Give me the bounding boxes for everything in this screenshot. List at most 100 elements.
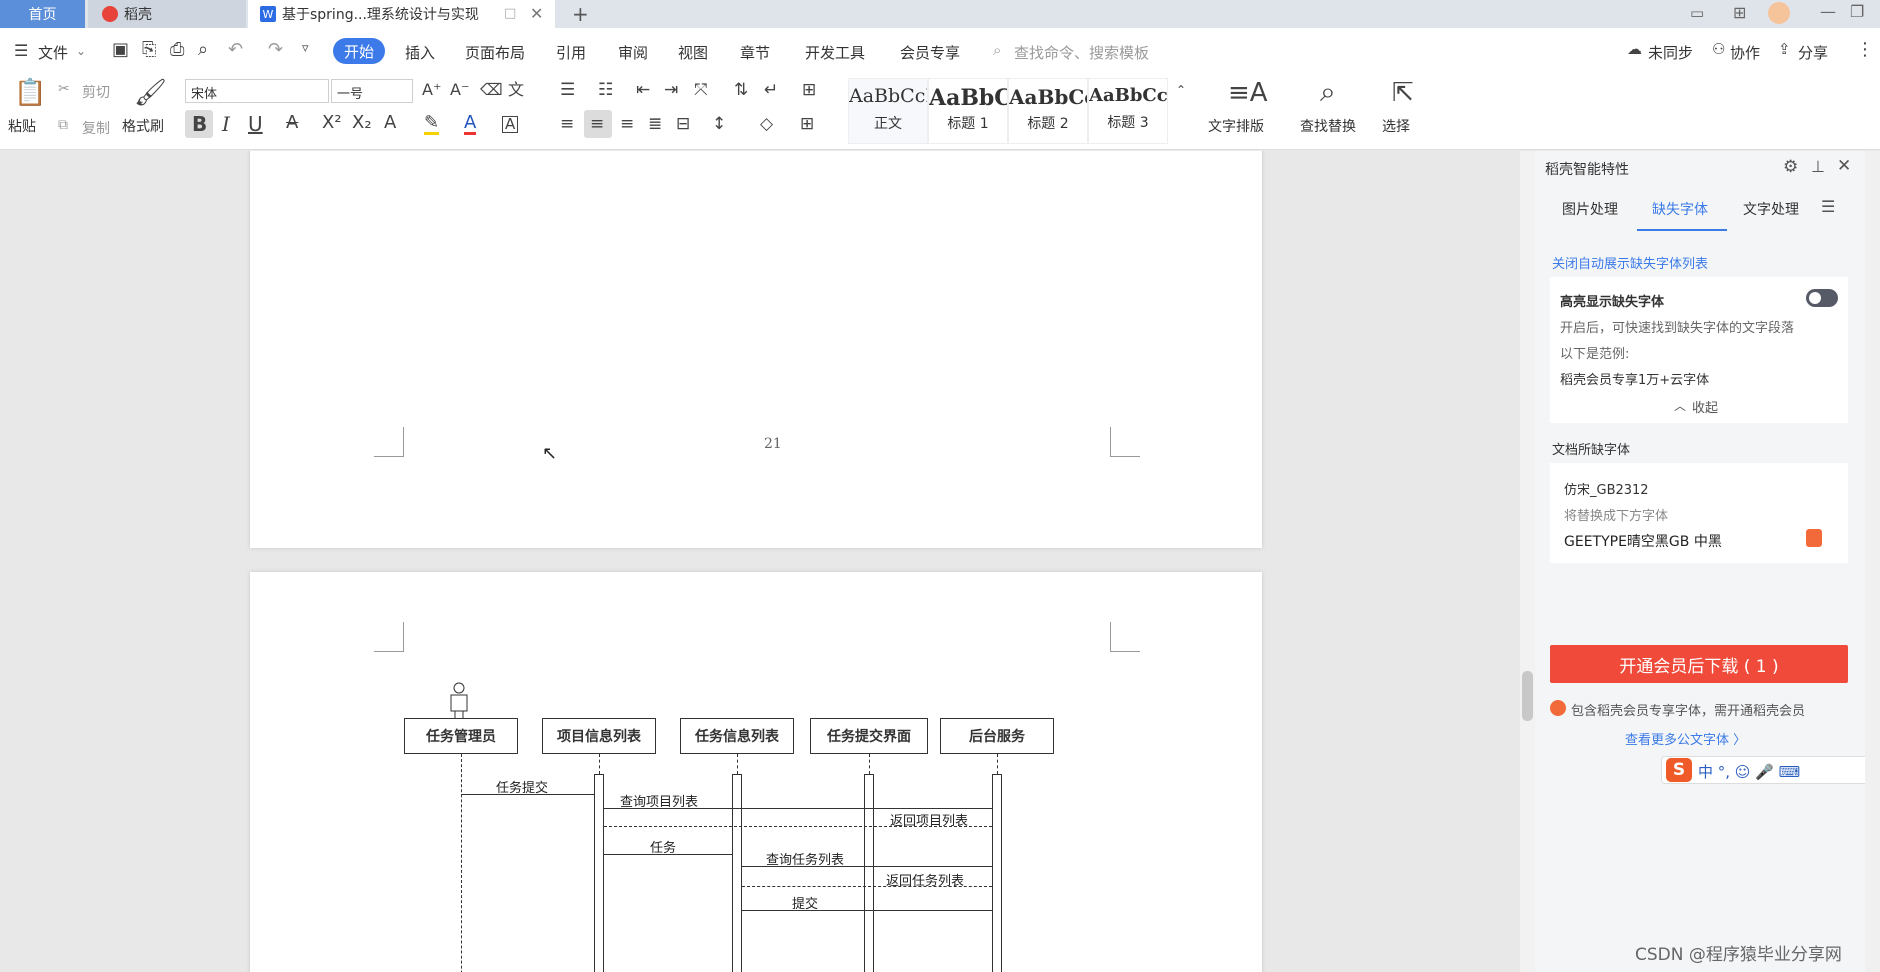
- more-official-fonts-link[interactable]: 查看更多公文字体 〉: [1625, 729, 1746, 748]
- justify-icon[interactable]: ≣: [648, 116, 662, 133]
- tab-home[interactable]: 首页: [0, 0, 85, 28]
- chevron-down-icon[interactable]: ⌄: [76, 45, 86, 57]
- increase-indent-icon[interactable]: ⇥: [664, 82, 678, 99]
- tab-close-icon[interactable]: ✕: [530, 4, 543, 23]
- tab-daoke[interactable]: 稻壳: [88, 0, 246, 28]
- paste-button[interactable]: 粘贴: [8, 116, 36, 136]
- missing-font-card[interactable]: 仿宋_GB2312 将替换成下方字体 GEETYPE晴空黑GB 中黑: [1550, 463, 1848, 563]
- tab-references[interactable]: 引用: [556, 42, 586, 63]
- tab-page-layout[interactable]: 页面布局: [465, 42, 525, 63]
- style-heading-2[interactable]: AaBbCc 标题 2: [1008, 78, 1088, 144]
- export-pdf-icon[interactable]: ⎘: [142, 41, 156, 59]
- style-heading-1[interactable]: AaBbC 标题 1: [928, 78, 1008, 144]
- format-painter-button[interactable]: 格式刷: [122, 116, 164, 136]
- align-left-icon[interactable]: ≡: [560, 116, 574, 133]
- paste-icon[interactable]: 📋: [14, 80, 46, 106]
- scrollbar-thumb[interactable]: [1522, 671, 1533, 721]
- tab-document[interactable]: W 基于spring...理系统设计与实现 □ ✕: [248, 0, 555, 28]
- gear-icon[interactable]: ⚙: [1783, 157, 1798, 177]
- tab-developer[interactable]: 开发工具: [805, 42, 865, 63]
- command-search-input[interactable]: 查找命令、搜索模板: [1014, 42, 1149, 63]
- quick-access-more-icon[interactable]: ▿: [302, 42, 309, 55]
- shading-icon[interactable]: ◇: [760, 116, 773, 133]
- font-size-select[interactable]: 一号: [331, 79, 413, 103]
- copy-button[interactable]: 复制: [82, 118, 110, 138]
- pin-icon[interactable]: □: [504, 6, 516, 21]
- tab-review[interactable]: 审阅: [618, 42, 648, 63]
- decrease-indent-icon[interactable]: ⇤: [636, 82, 650, 99]
- vip-download-button[interactable]: 开通会员后下载 ( 1 ): [1550, 645, 1848, 683]
- ime-toolbar[interactable]: S 中 °, ☺ 🎤 ⌨: [1661, 756, 1871, 784]
- share-button[interactable]: 分享: [1798, 42, 1828, 63]
- subscript-icon[interactable]: X₂: [352, 114, 372, 132]
- strikethrough-icon[interactable]: A: [286, 114, 298, 132]
- new-tab-icon[interactable]: +: [572, 2, 589, 26]
- collab-button[interactable]: 协作: [1730, 42, 1760, 63]
- vertical-scrollbar[interactable]: [1520, 151, 1535, 972]
- pin-icon[interactable]: ⊥: [1811, 157, 1825, 176]
- save-icon[interactable]: ▣: [112, 41, 129, 59]
- superscript-icon[interactable]: X²: [322, 114, 342, 132]
- minimize-icon[interactable]: —: [1820, 2, 1836, 21]
- tab-chapter[interactable]: 章节: [740, 42, 770, 63]
- borders-icon[interactable]: ⊞: [800, 116, 814, 133]
- tab-member[interactable]: 会员专享: [900, 42, 960, 63]
- find-replace-icon[interactable]: ⌕: [1320, 78, 1336, 106]
- tab-start[interactable]: 开始: [333, 38, 385, 64]
- phonetic-guide-icon[interactable]: 文: [508, 82, 524, 98]
- bold-icon[interactable]: B: [192, 114, 207, 134]
- numbered-list-icon[interactable]: ☷: [598, 82, 613, 99]
- grid-apps-icon[interactable]: ⊞: [1733, 3, 1746, 22]
- tab-insert[interactable]: 插入: [405, 42, 435, 63]
- menu-icon[interactable]: ☰: [1821, 197, 1835, 216]
- sync-status[interactable]: 未同步: [1648, 42, 1693, 63]
- select-cursor-icon[interactable]: ⇱: [1392, 80, 1414, 106]
- find-replace-button[interactable]: 查找替换: [1300, 116, 1356, 136]
- more-icon[interactable]: ⋮: [1856, 41, 1874, 59]
- char-border-icon[interactable]: A: [502, 116, 519, 133]
- tab-missing-fonts[interactable]: 缺失字体: [1652, 199, 1708, 219]
- panel-title[interactable]: 稻壳智能特性: [1545, 159, 1629, 179]
- select-button[interactable]: 选择: [1382, 116, 1410, 136]
- menu-file[interactable]: 文件: [38, 42, 68, 63]
- style-normal[interactable]: AaBbCcDd 正文: [848, 78, 928, 144]
- page-22[interactable]: 任务管理员 项目信息列表 任务信息列表 任务提交界面 后台服务 任务提交 查询项…: [250, 572, 1262, 972]
- styles-scroll-icon[interactable]: ⌃: [1176, 84, 1186, 96]
- sort-icon[interactable]: ⇅: [734, 82, 748, 99]
- show-marks-icon[interactable]: ↵: [764, 82, 778, 99]
- undo-icon[interactable]: ↶: [228, 41, 243, 59]
- tab-text-processing[interactable]: 文字处理: [1743, 199, 1799, 219]
- line-spacing-icon[interactable]: ↕: [712, 116, 726, 133]
- underline-icon[interactable]: U: [248, 114, 263, 134]
- italic-icon[interactable]: I: [222, 114, 230, 134]
- cut-button[interactable]: 剪切: [82, 82, 110, 102]
- text-layout-icon[interactable]: ≡A: [1228, 80, 1268, 106]
- bullet-list-icon[interactable]: ☰: [560, 82, 575, 99]
- format-painter-icon[interactable]: 🖌: [134, 80, 167, 106]
- close-auto-show-link[interactable]: 关闭自动展示缺失字体列表: [1552, 253, 1708, 272]
- close-icon[interactable]: ✕: [1837, 156, 1851, 176]
- text-effect-icon[interactable]: A: [384, 114, 396, 132]
- print-icon[interactable]: ⎙: [170, 41, 184, 59]
- redo-icon[interactable]: ↷: [268, 41, 283, 59]
- highlight-icon[interactable]: ✎: [424, 114, 440, 135]
- distribute-icon[interactable]: ⊟: [676, 116, 690, 133]
- shrink-font-icon[interactable]: A⁻: [450, 82, 469, 98]
- hamburger-icon[interactable]: ☰: [14, 43, 28, 59]
- collapse-button[interactable]: 收起: [1692, 397, 1718, 416]
- font-name-select[interactable]: 宋体: [185, 79, 329, 103]
- print-preview-icon[interactable]: ⌕: [198, 41, 208, 59]
- clear-format-icon[interactable]: ⌫: [480, 82, 503, 98]
- page-21[interactable]: 21 ↖: [250, 151, 1262, 548]
- page-view-icon[interactable]: ▭: [1690, 4, 1704, 22]
- text-layout-button[interactable]: 文字排版: [1208, 116, 1264, 136]
- tab-stops-icon[interactable]: ⊞: [802, 82, 816, 99]
- tab-image-processing[interactable]: 图片处理: [1562, 199, 1618, 219]
- restore-icon[interactable]: ❐: [1850, 2, 1864, 21]
- document-canvas[interactable]: 21 ↖ 任务管理员 项目信息列表 任务信息列表 任务提交界面 后台服务 任务提…: [0, 151, 1520, 972]
- style-heading-3[interactable]: AaBbCcI 标题 3: [1088, 78, 1168, 144]
- sogou-ime-icon[interactable]: S: [1666, 758, 1692, 782]
- align-right-icon[interactable]: ≡: [620, 116, 634, 133]
- tab-view[interactable]: 视图: [678, 42, 708, 63]
- avatar[interactable]: [1768, 2, 1790, 24]
